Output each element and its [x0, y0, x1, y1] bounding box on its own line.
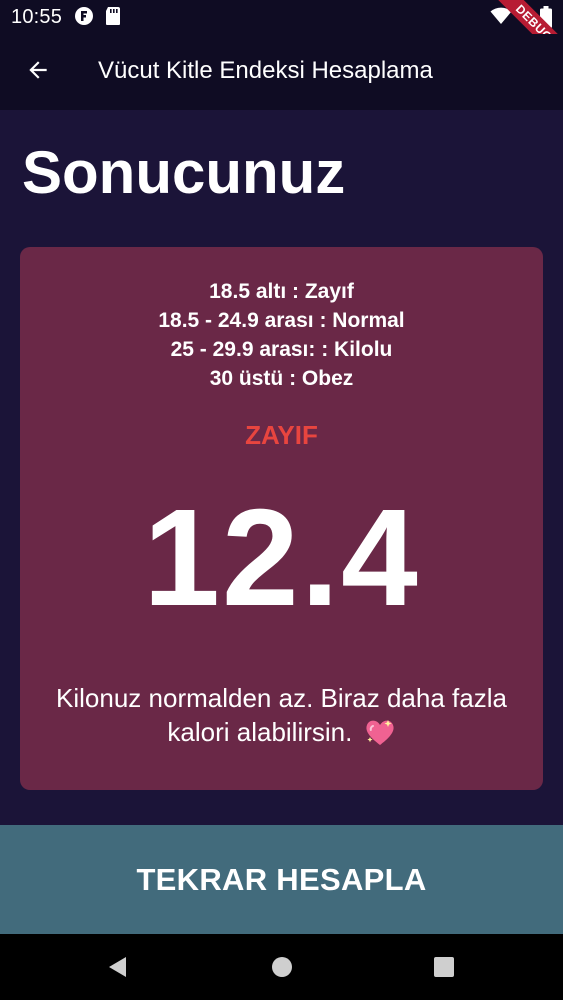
nav-recents-button[interactable] [432, 955, 456, 979]
range-overweight: 25 - 29.9 arası: : Kilolu [170, 338, 393, 361]
circle-home-icon [272, 957, 292, 977]
bmi-ranges: 18.5 altı : Zayıf 18.5 - 24.9 arası : No… [20, 277, 543, 393]
advice-message: Kilonuz normalden az. Biraz daha fazla k… [56, 683, 507, 747]
status-time: 10:55 [11, 6, 63, 28]
bmi-category: ZAYIF [245, 420, 318, 450]
range-normal: 18.5 - 24.9 arası : Normal [158, 309, 405, 332]
bmi-value: 12.4 [143, 481, 420, 635]
status-bar: 10:55 DEBUG [0, 0, 563, 69]
arrow-back-icon [29, 61, 47, 79]
system-nav-bar [0, 934, 563, 1000]
bmi-result-screen: 10:55 DEBUG Vücut Kitle Endeksi Hesaplam… [0, 0, 563, 1000]
app-bar: Vücut Kitle Endeksi Hesaplama [0, 34, 563, 110]
range-underweight: 18.5 altı : Zayıf [209, 280, 354, 303]
sparkling-heart-icon [364, 717, 396, 755]
back-button[interactable] [18, 50, 58, 90]
app-notification-icon [74, 6, 94, 31]
nav-back-button[interactable] [106, 955, 130, 979]
advice-text: Kilonuz normalden az. Biraz daha fazla k… [40, 681, 523, 755]
result-content: Sonucunuz 18.5 altı : Zayıf 18.5 - 24.9 … [0, 110, 563, 825]
nav-home-button[interactable] [270, 955, 294, 979]
range-obese: 30 üstü : Obez [209, 367, 354, 390]
page-title: Sonucunuz [22, 139, 346, 206]
result-card: 18.5 altı : Zayıf 18.5 - 24.9 arası : No… [20, 247, 543, 790]
recalculate-button[interactable]: TEKRAR HESAPLA [0, 825, 563, 934]
sd-card-icon [104, 6, 122, 31]
triangle-back-icon [109, 957, 126, 977]
app-bar-title: Vücut Kitle Endeksi Hesaplama [98, 57, 433, 84]
square-recents-icon [434, 957, 454, 977]
